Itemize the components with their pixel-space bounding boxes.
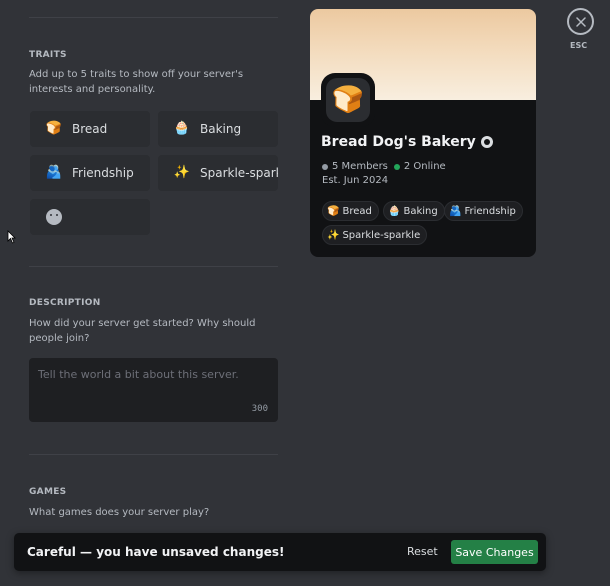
trait-slot-sparkle[interactable]: ✨ Sparkle-sparkle xyxy=(158,155,278,191)
description-help: How did your server get started? Why sho… xyxy=(29,318,256,344)
hug-icon: 🫂 xyxy=(45,165,63,180)
trait-slot-friendship[interactable]: 🫂 Friendship xyxy=(30,155,150,191)
trait-slot-baking[interactable]: 🧁 Baking xyxy=(158,111,278,147)
unsaved-message: Careful — you have unsaved changes! xyxy=(27,545,285,559)
reset-button[interactable]: Reset xyxy=(407,545,438,558)
games-title: GAMES xyxy=(29,487,67,497)
trait-label: Bread xyxy=(72,122,108,136)
esc-label: ESC xyxy=(570,41,588,50)
trait-pill-sparkle: ✨ Sparkle-sparkle xyxy=(322,225,428,245)
server-stats: 5 Members 2 Online xyxy=(322,161,446,172)
unsaved-changes-bar: Careful — you have unsaved changes! Rese… xyxy=(14,533,546,571)
divider xyxy=(29,454,278,455)
sparkles-icon: ✨ xyxy=(173,165,191,180)
bread-icon: 🍞 xyxy=(45,121,63,136)
trait-slot-empty[interactable] xyxy=(30,199,150,235)
online-count: 2 Online xyxy=(403,161,446,172)
established-date: Est. Jun 2024 xyxy=(322,175,389,186)
save-changes-button[interactable]: Save Changes xyxy=(451,540,538,564)
trait-label: Sparkle-sparkle xyxy=(200,166,278,180)
pill-label: Friendship xyxy=(464,205,516,217)
top-divider xyxy=(29,17,278,18)
server-name-row: Bread Dog's Bakery xyxy=(321,134,493,150)
pill-label: Sparkle-sparkle xyxy=(342,229,421,241)
divider xyxy=(29,266,278,267)
server-name: Bread Dog's Bakery xyxy=(321,134,476,150)
pill-label: Bread xyxy=(342,205,372,217)
mouse-cursor-icon xyxy=(7,230,16,244)
pill-label: Baking xyxy=(403,205,438,217)
hug-icon: 🫂 xyxy=(449,205,462,217)
trait-pill-friendship: 🫂 Friendship xyxy=(444,201,523,221)
member-count: 5 Members xyxy=(332,161,388,172)
trait-slot-bread[interactable]: 🍞 Bread xyxy=(30,111,150,147)
sparkles-icon: ✨ xyxy=(327,229,340,241)
games-description: What games does your server play? xyxy=(29,507,210,518)
description-title: DESCRIPTION xyxy=(29,298,101,308)
description-textarea[interactable]: Tell the world a bit about this server. … xyxy=(29,358,278,422)
close-button[interactable] xyxy=(567,8,594,35)
server-preview-card: 🍞 Bread Dog's Bakery 5 Members 2 Online … xyxy=(310,9,536,257)
server-icon-frame: 🍞 xyxy=(321,73,375,127)
trait-pill-baking: 🧁 Baking xyxy=(383,201,445,221)
traits-description: Add up to 5 traits to show off your serv… xyxy=(29,69,244,95)
community-badge-icon xyxy=(480,136,493,148)
trait-label: Friendship xyxy=(72,166,134,180)
trait-label: Baking xyxy=(200,122,242,136)
textarea-placeholder: Tell the world a bit about this server. xyxy=(38,368,239,381)
server-icon: 🍞 xyxy=(326,78,370,122)
smiley-icon xyxy=(46,209,62,225)
members-dot-icon xyxy=(322,163,328,170)
close-icon xyxy=(575,16,586,27)
char-counter: 300 xyxy=(251,404,268,414)
trait-pill-bread: 🍞 Bread xyxy=(322,201,379,221)
cupcake-icon: 🧁 xyxy=(173,121,191,136)
bread-icon: 🍞 xyxy=(327,205,340,217)
traits-title: TRAITS xyxy=(29,50,67,60)
online-dot-icon xyxy=(393,163,400,170)
cupcake-icon: 🧁 xyxy=(388,205,401,217)
